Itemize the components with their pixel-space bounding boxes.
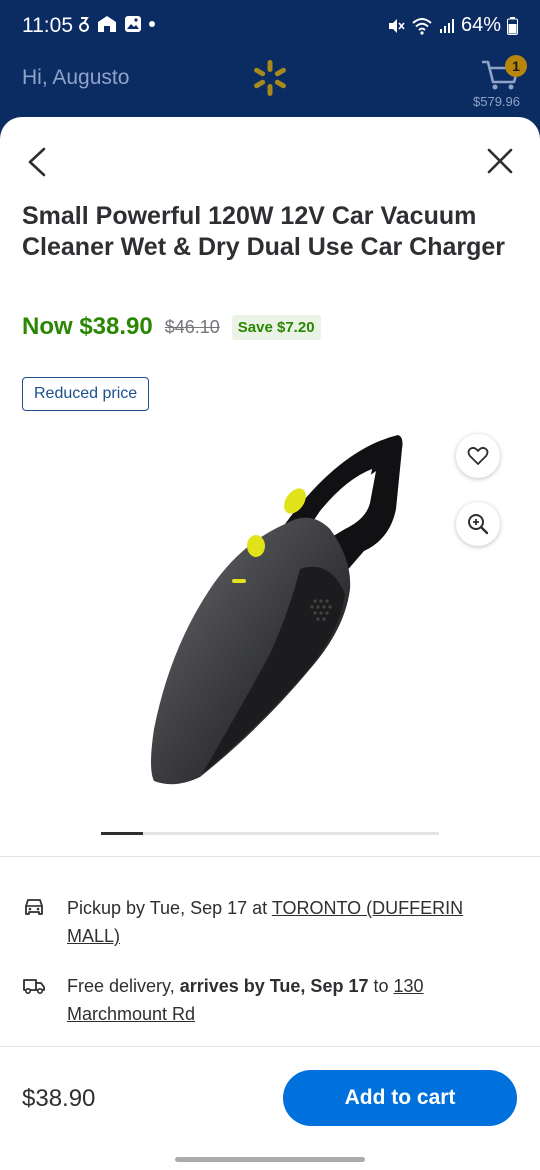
carousel-position-indicator	[101, 832, 144, 835]
delivery-label: Free delivery,	[67, 976, 180, 996]
cart-total: $579.96	[473, 94, 520, 109]
status-bar: 11:05 64%	[0, 0, 540, 52]
cart-count-badge: 1	[505, 55, 527, 77]
add-to-cart-button[interactable]: Add to cart	[283, 1070, 517, 1126]
delivery-to: to	[368, 976, 394, 996]
original-price: $46.10	[164, 316, 220, 337]
savings-badge: Save $7.20	[231, 314, 321, 340]
gallery-icon	[125, 16, 141, 32]
close-icon[interactable]	[486, 147, 514, 175]
battery-percent: 64%	[460, 14, 501, 36]
signal-icon	[439, 18, 454, 33]
notification-icons	[78, 14, 156, 34]
home-app-icon	[98, 16, 116, 32]
delivery-text: Free delivery, arrives by Tue, Sep 17 to…	[67, 972, 487, 1028]
pickup-row: Pickup by Tue, Sep 17 at TORONTO (DUFFER…	[22, 897, 512, 957]
zoom-in-icon	[468, 514, 489, 535]
heart-icon	[467, 446, 489, 465]
walmart-spark-logo[interactable]	[250, 58, 290, 98]
zoom-button[interactable]	[456, 502, 500, 546]
footer-price: $38.90	[22, 1085, 96, 1112]
car-icon	[25, 899, 43, 915]
pickup-text: Pickup by Tue, Sep 17 at TORONTO (DUFFER…	[67, 894, 487, 950]
home-indicator[interactable]	[175, 1157, 365, 1162]
back-arrow-icon[interactable]	[24, 145, 54, 179]
favorite-button[interactable]	[456, 434, 500, 478]
system-status: 64%	[387, 14, 518, 37]
delivery-truck-icon	[23, 979, 45, 995]
footer-divider	[0, 1046, 540, 1047]
delivery-row: Free delivery, arrives by Tue, Sep 17 to…	[22, 975, 512, 1035]
product-image[interactable]	[140, 429, 410, 799]
mute-icon	[388, 18, 405, 33]
product-title: Small Powerful 120W 12V Car Vacuum Clean…	[22, 202, 506, 261]
notification-alert-icon	[79, 17, 89, 32]
price-row: Now $38.90 $46.10 Save $7.20	[22, 313, 321, 341]
greeting: Hi, Augusto	[22, 66, 130, 89]
reduced-price-tag: Reduced price	[22, 377, 150, 411]
current-price: Now $38.90	[22, 313, 153, 340]
section-divider	[0, 856, 540, 857]
image-carousel-indicator	[101, 832, 439, 835]
pickup-label: Pickup by Tue, Sep 17 at	[67, 898, 272, 918]
product-sheet: Small Powerful 120W 12V Car Vacuum Clean…	[0, 117, 540, 1170]
wifi-icon	[412, 17, 432, 35]
battery-icon	[507, 16, 518, 35]
status-time: 11:05	[22, 14, 73, 37]
app-header: Hi, Augusto 1 $579.96	[0, 52, 540, 122]
dot-icon	[149, 21, 155, 27]
delivery-date: arrives by Tue, Sep 17	[179, 976, 369, 996]
